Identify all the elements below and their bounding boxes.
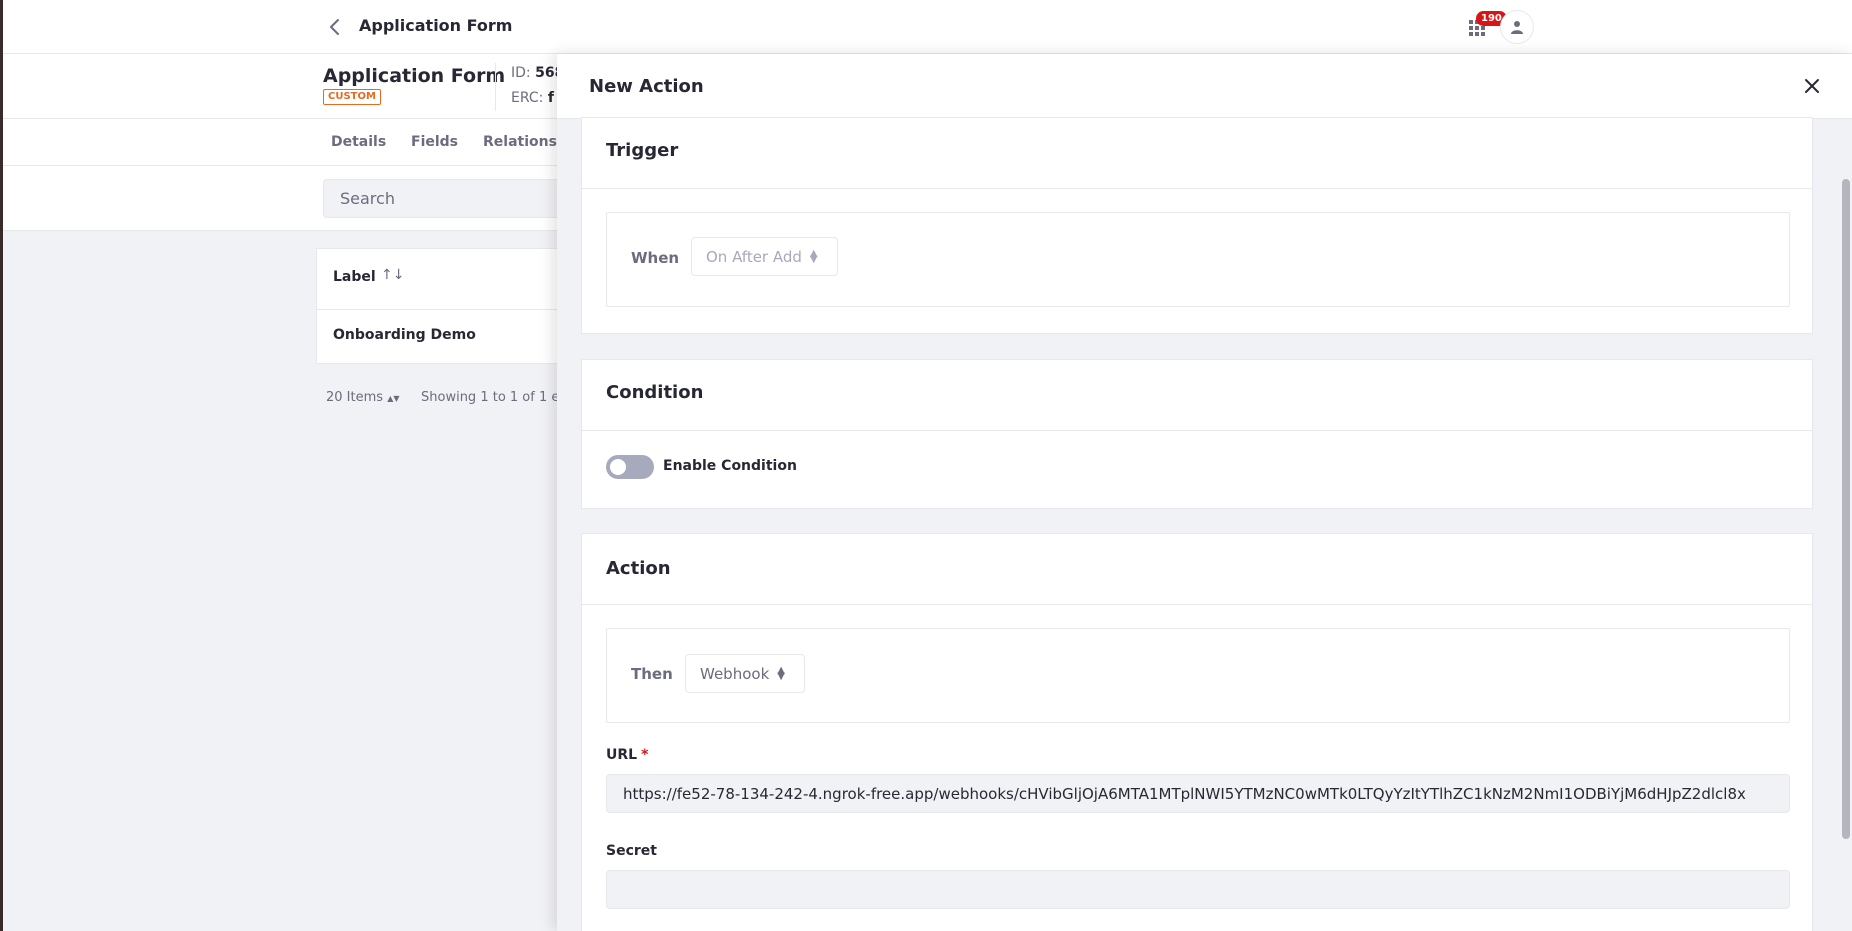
secret-label: Secret <box>606 843 657 859</box>
trigger-section: Trigger When On After Add ▲ ▼ <box>581 117 1813 334</box>
toggle-knob <box>610 459 626 475</box>
user-avatar[interactable] <box>1500 10 1534 44</box>
section-divider <box>582 430 1812 431</box>
section-divider <box>582 604 1812 605</box>
when-label: When <box>631 249 680 267</box>
caret-double-icon: ▲▼ <box>809 247 818 265</box>
window-edge <box>0 0 3 931</box>
then-value: Webhook <box>700 664 770 683</box>
secret-input[interactable] <box>606 870 1790 909</box>
custom-tag: CUSTOM <box>323 89 381 105</box>
action-box: Then Webhook ▲ ▼ <box>606 628 1790 723</box>
tab-details[interactable]: Details <box>331 134 386 150</box>
erc-label: ERC: <box>511 90 544 106</box>
required-marker: * <box>641 747 649 763</box>
when-value: On After Add <box>706 247 802 266</box>
meta-divider <box>495 63 496 111</box>
enable-condition-label: Enable Condition <box>663 458 797 474</box>
user-icon <box>1511 21 1523 34</box>
trigger-box: When On After Add ▲ ▼ <box>606 212 1790 307</box>
close-button[interactable] <box>1800 74 1824 98</box>
trigger-title: Trigger <box>606 140 679 161</box>
condition-section: Condition Enable Condition <box>581 359 1813 509</box>
id-label: ID: <box>511 65 531 81</box>
new-action-panel: New Action Trigger When On After Add ▲ ▼ … <box>557 54 1852 931</box>
url-label-text: URL <box>606 747 638 763</box>
column-header-label[interactable]: Label <box>333 269 376 285</box>
sort-icon[interactable]: ↑↓ <box>381 267 404 283</box>
then-select[interactable]: Webhook ▲ ▼ <box>685 654 805 693</box>
tab-fields[interactable]: Fields <box>411 134 458 150</box>
header-title: Application Form <box>359 16 513 35</box>
condition-title: Condition <box>606 382 704 403</box>
caret-double-icon: ▲▼ <box>777 664 785 682</box>
action-section: Action Then Webhook ▲▼ URL* Secret <box>581 533 1813 931</box>
items-per-page-dropdown[interactable]: 20 Items ▲▼ <box>326 390 400 405</box>
when-select: On After Add ▲ ▼ <box>691 237 838 276</box>
panel-title: New Action <box>589 76 704 97</box>
caret-double-icon: ▲▼ <box>387 394 400 403</box>
items-per-page-label: 20 Items <box>326 390 384 405</box>
scrollbar-thumb[interactable] <box>1842 179 1850 839</box>
back-button[interactable] <box>323 15 347 39</box>
panel-header: New Action <box>557 54 1852 119</box>
top-header: Application Form 190 <box>0 0 1852 54</box>
enable-condition-toggle[interactable] <box>606 455 654 479</box>
table-row[interactable]: Onboarding Demo <box>333 327 476 343</box>
then-label: Then <box>631 665 673 683</box>
action-title: Action <box>606 558 671 579</box>
object-title: Application Form <box>323 65 506 87</box>
section-divider <box>582 188 1812 189</box>
pagination-summary: Showing 1 to 1 of 1 en <box>421 390 568 405</box>
chevron-left-icon <box>330 19 339 35</box>
object-erc: ERC: f <box>511 90 554 106</box>
url-label: URL * <box>606 747 648 763</box>
url-input[interactable] <box>606 774 1790 813</box>
erc-value: f <box>547 90 554 106</box>
close-icon <box>1805 79 1819 93</box>
